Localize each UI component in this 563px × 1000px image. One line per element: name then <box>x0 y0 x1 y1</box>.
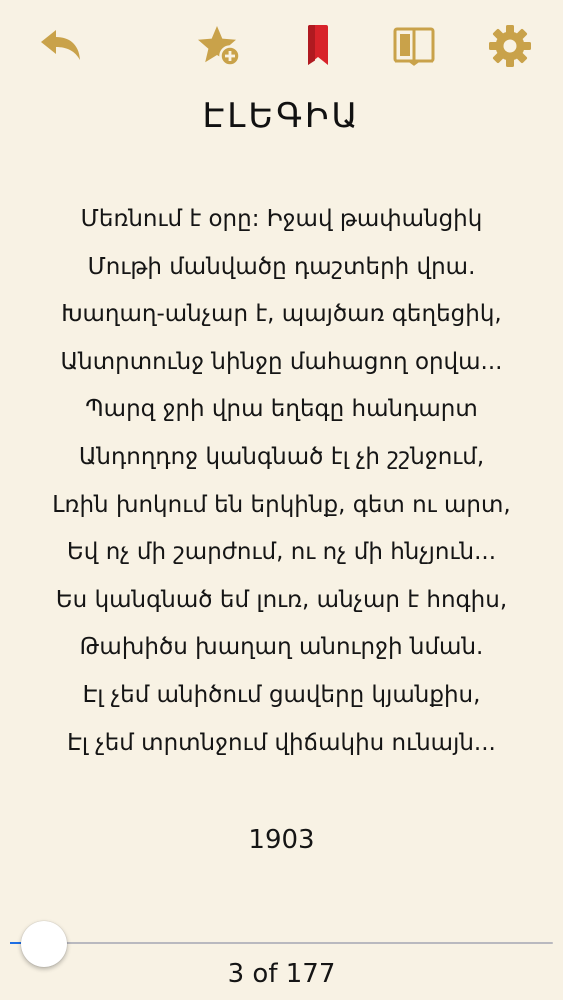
poem-line: Էլ չեմ տրտնջում վիճակիս ունայն... <box>67 729 496 756</box>
poem-line: Պարզ ջրի վրա եղեգը հանդարտ <box>85 396 478 423</box>
settings-button[interactable] <box>486 22 534 70</box>
poem-line: Մեռնում է օրը: Իջավ թափանցիկ <box>80 206 483 232</box>
book-icon <box>393 27 435 66</box>
back-button[interactable] <box>37 22 85 70</box>
gear-icon <box>489 25 531 67</box>
poem-body: Մեռնում է օրը: Իջավ թափանցիկ Մութի մանվա… <box>0 196 563 767</box>
star-add-icon <box>198 26 241 67</box>
page-indicator: 3 of 177 <box>227 959 336 989</box>
contents-button[interactable] <box>390 22 438 70</box>
add-favorite-button[interactable] <box>196 22 244 70</box>
poem-title: ԷԼԵԳԻԱ <box>202 96 361 136</box>
poem-line: Թախիծս խաղաղ անուրջի նման. <box>79 634 484 661</box>
back-arrow-icon <box>41 30 80 60</box>
poem-line: Լռին խոկում են երկինք, գետ ու արտ, <box>52 491 511 518</box>
poem-line: Ես կանգնած եմ լուռ, անչար է հոգիս, <box>55 586 508 613</box>
poem-line: Էլ չեմ անիծում ցավերը կյանքիս, <box>82 681 481 708</box>
poem-line: Անդողդոջ կանգնած էլ չի շշնջում, <box>78 443 485 470</box>
poem-line: Մութի մանվածը դաշտերի վրա. <box>87 253 476 280</box>
poem-line: Խաղաղ-անչար է, պայծառ գեղեցիկ, <box>61 301 502 328</box>
poem-year: 1903 <box>248 825 315 855</box>
poem-line: Անտրտունջ նինջը մահացող օրվա... <box>60 348 503 375</box>
bookmark-button[interactable] <box>294 22 342 70</box>
poem-line: Եվ ոչ մի շարժում, ու ոչ մի հնչյուն... <box>66 539 497 566</box>
slider-track[interactable] <box>10 942 553 944</box>
bookmark-icon <box>308 25 328 65</box>
top-toolbar <box>0 0 563 90</box>
